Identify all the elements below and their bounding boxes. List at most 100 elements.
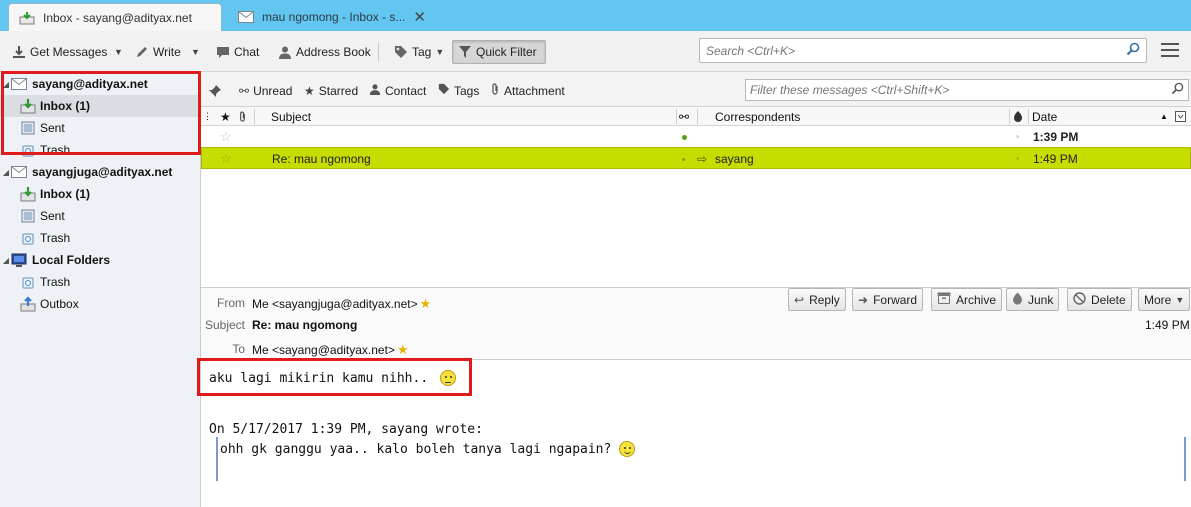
from-value[interactable]: Me <sayangjuga@adityax.net> ★ bbox=[252, 296, 431, 312]
folder-account-sayangjuga[interactable]: ◢ sayangjuga@adityax.net bbox=[0, 161, 200, 183]
column-picker-icon[interactable] bbox=[1175, 109, 1186, 124]
collapse-icon[interactable]: ◢ bbox=[1, 256, 11, 265]
menu-icon[interactable] bbox=[1161, 43, 1179, 57]
glasses-icon[interactable]: ⚯ bbox=[679, 109, 689, 124]
envelope-icon bbox=[11, 164, 27, 180]
filter-label: Attachment bbox=[504, 83, 565, 98]
junk-button[interactable]: Junk bbox=[1006, 288, 1060, 311]
column-subject[interactable]: Subject bbox=[271, 109, 311, 124]
more-label: More bbox=[1144, 292, 1172, 307]
filter-label: Tags bbox=[454, 83, 480, 98]
archive-label: Archive bbox=[956, 292, 997, 307]
filter-unread-button[interactable]: ⚯ Unread bbox=[239, 82, 292, 99]
archive-box-icon bbox=[937, 292, 951, 307]
forwarded-arrow-icon: ⇨ bbox=[697, 152, 708, 166]
get-messages-button[interactable]: Get Messages bbox=[6, 40, 112, 64]
folder-trash[interactable]: Trash bbox=[0, 139, 200, 161]
search-icon[interactable] bbox=[1171, 82, 1184, 98]
envelope-icon bbox=[11, 76, 27, 92]
to-value[interactable]: Me <sayang@adityax.net> ★ bbox=[252, 342, 409, 358]
folder-outbox[interactable]: Outbox bbox=[0, 293, 200, 315]
more-button[interactable]: More ▼ bbox=[1138, 288, 1191, 311]
folder-trash[interactable]: Trash bbox=[0, 271, 200, 293]
folder-local-folders[interactable]: ◢ Local Folders bbox=[0, 249, 200, 271]
computer-icon bbox=[11, 252, 27, 268]
reply-button[interactable]: ↩ Reply bbox=[788, 288, 846, 311]
address-book-button[interactable]: Address Book bbox=[272, 40, 376, 64]
chat-button[interactable]: Chat bbox=[210, 40, 264, 64]
search-icon[interactable] bbox=[1126, 42, 1140, 59]
folder-sent[interactable]: Sent bbox=[0, 117, 200, 139]
toolbar-separator bbox=[378, 43, 379, 61]
folder-inbox[interactable]: Inbox (1) bbox=[0, 95, 200, 117]
tag-label: Tag bbox=[412, 45, 432, 59]
sort-ascending-icon: ▲ bbox=[1160, 112, 1168, 121]
filter-starred-button[interactable]: ★ Starred bbox=[304, 82, 358, 99]
folder-inbox[interactable]: Inbox (1) bbox=[0, 183, 200, 205]
star-outline-icon[interactable]: ☆ bbox=[220, 148, 232, 170]
trash-icon bbox=[20, 142, 36, 158]
smiley-icon bbox=[619, 441, 636, 457]
global-search[interactable] bbox=[699, 38, 1147, 63]
paperclip-icon[interactable] bbox=[238, 109, 247, 124]
envelope-icon bbox=[238, 10, 254, 24]
folder-sent[interactable]: Sent bbox=[0, 205, 200, 227]
folder-trash[interactable]: Trash bbox=[0, 227, 200, 249]
get-messages-dropdown[interactable]: ▼ bbox=[107, 40, 126, 64]
thread-column-icon[interactable]: ⋮ bbox=[203, 109, 212, 124]
junk-status-icon[interactable]: ◔ bbox=[1013, 148, 1020, 170]
download-icon bbox=[11, 44, 27, 60]
star-outline-icon[interactable]: ☆ bbox=[220, 126, 232, 148]
column-correspondents[interactable]: Correspondents bbox=[715, 109, 800, 124]
pencil-icon bbox=[134, 44, 150, 60]
filter-tags-button[interactable]: Tags bbox=[438, 82, 479, 99]
star-icon[interactable]: ★ bbox=[420, 296, 432, 312]
delete-label: Delete bbox=[1091, 292, 1126, 307]
chat-label: Chat bbox=[234, 45, 260, 59]
subject-value: Re: mau ngomong bbox=[252, 318, 358, 332]
glasses-icon: ⚯ bbox=[239, 83, 250, 98]
write-dropdown[interactable]: ▼ bbox=[184, 40, 203, 64]
write-button[interactable]: Write bbox=[129, 40, 186, 64]
write-label: Write bbox=[153, 45, 181, 59]
to-label: To bbox=[232, 342, 245, 356]
folder-label: sayangjuga@adityax.net bbox=[32, 165, 173, 179]
collapse-icon[interactable]: ◢ bbox=[1, 80, 11, 89]
junk-status-icon[interactable]: ◔ bbox=[1013, 126, 1020, 148]
read-dot-icon[interactable] bbox=[682, 148, 685, 170]
pin-icon[interactable] bbox=[208, 82, 222, 99]
star-column-icon[interactable]: ★ bbox=[220, 109, 231, 124]
quick-filter-button[interactable]: Quick Filter bbox=[452, 40, 546, 64]
junk-status-icon[interactable] bbox=[1013, 109, 1023, 124]
collapse-icon[interactable]: ◢ bbox=[1, 168, 11, 177]
message-body[interactable]: aku lagi mikirin kamu nihh.. On 5/17/201… bbox=[201, 360, 1191, 507]
message-header: From Me <sayangjuga@adityax.net> ★ Subje… bbox=[201, 287, 1191, 360]
column-date[interactable]: Date bbox=[1032, 109, 1057, 124]
inbox-download-icon bbox=[20, 98, 36, 114]
delete-button[interactable]: Delete bbox=[1067, 288, 1132, 311]
tab-inbox[interactable]: Inbox - sayang@adityax.net bbox=[8, 3, 222, 31]
filter-label: Unread bbox=[253, 83, 293, 98]
filter-input[interactable] bbox=[750, 83, 1171, 97]
folder-account-sayang[interactable]: ◢ sayang@adityax.net bbox=[0, 73, 200, 95]
filter-attachment-button[interactable]: Attachment bbox=[490, 82, 565, 99]
trash-icon bbox=[20, 230, 36, 246]
thread-correspondent: sayang bbox=[715, 152, 754, 166]
search-input[interactable] bbox=[706, 43, 1126, 58]
table-row[interactable]: ☆ Re: mau ngomong ⇨ sayang ◔ 1:49 PM bbox=[201, 147, 1191, 169]
chat-icon bbox=[215, 44, 231, 60]
forward-button[interactable]: ➜ Forward bbox=[852, 288, 924, 311]
close-icon[interactable]: ✕ bbox=[413, 8, 426, 26]
to-address[interactable]: Me <sayang@adityax.net> bbox=[252, 343, 395, 357]
tab-message[interactable]: mau ngomong - Inbox - s... ✕ bbox=[228, 3, 438, 31]
chevron-down-icon: ▼ bbox=[1175, 294, 1185, 305]
message-filter[interactable] bbox=[745, 79, 1189, 101]
from-label: From bbox=[217, 296, 245, 310]
archive-button[interactable]: Archive bbox=[931, 288, 1003, 311]
unread-dot-icon[interactable] bbox=[682, 126, 687, 148]
tag-button[interactable]: Tag ▼ bbox=[388, 40, 449, 64]
filter-contact-button[interactable]: Contact bbox=[369, 82, 426, 99]
star-icon[interactable]: ★ bbox=[397, 342, 409, 358]
table-row[interactable]: ☆ ◔ 1:39 PM bbox=[201, 126, 1191, 148]
from-address[interactable]: Me <sayangjuga@adityax.net> bbox=[252, 297, 418, 311]
